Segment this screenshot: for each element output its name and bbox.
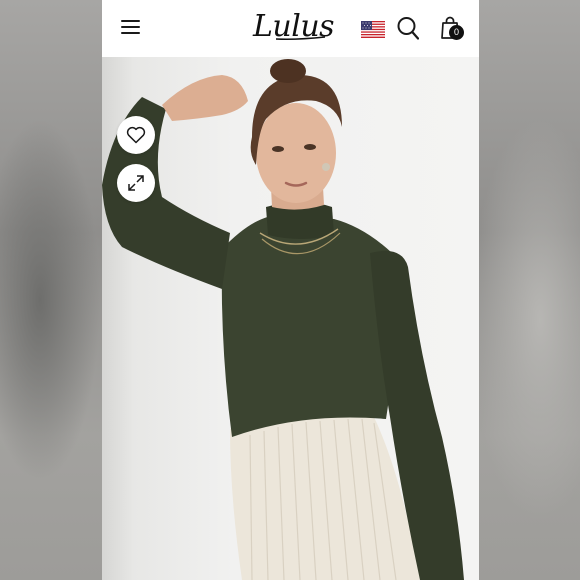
model-illustration	[102, 59, 464, 580]
cart-count-badge: 0	[449, 25, 464, 40]
search-icon[interactable]	[397, 16, 419, 40]
mobile-page: Lulus 0	[102, 0, 479, 580]
site-header: Lulus 0	[102, 0, 479, 57]
us-flag-icon[interactable]	[361, 21, 385, 38]
menu-icon[interactable]	[121, 19, 141, 35]
favorite-button[interactable]	[117, 116, 155, 154]
heart-icon	[126, 126, 146, 144]
logo-swash	[276, 36, 326, 40]
expand-image-button[interactable]	[117, 164, 155, 202]
product-photo	[102, 57, 479, 580]
expand-icon	[128, 175, 144, 191]
